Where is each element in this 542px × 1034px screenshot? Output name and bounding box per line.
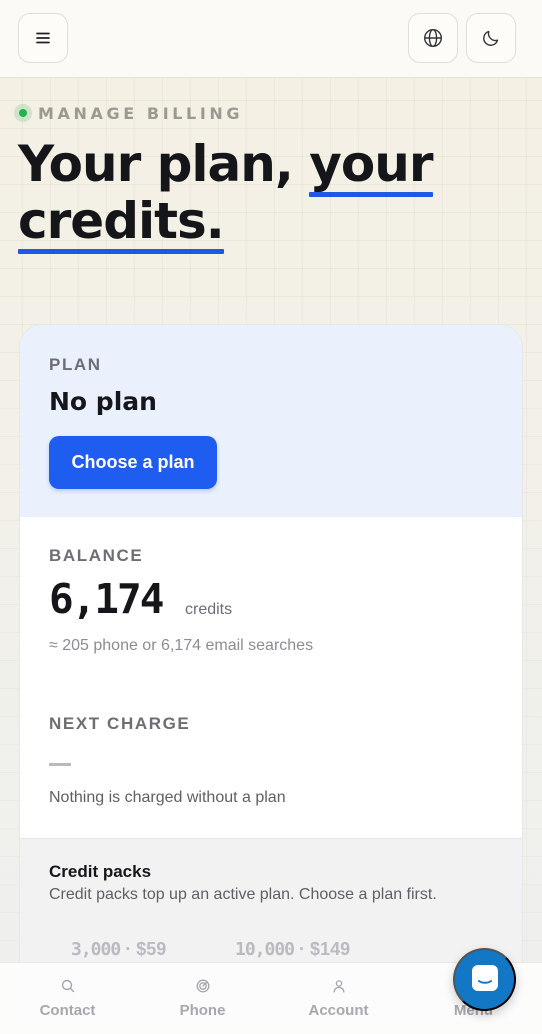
moon-icon xyxy=(482,29,500,47)
pack-qty: 3,000 xyxy=(71,939,121,960)
billing-card: PLAN No plan Choose a plan BALANCE 6,174… xyxy=(19,324,523,1024)
title-highlight-your: your xyxy=(309,135,434,197)
title-highlight-credits: credits. xyxy=(18,192,225,254)
pack-qty: 10,000 xyxy=(235,939,295,960)
choose-plan-button[interactable]: Choose a plan xyxy=(49,436,217,489)
globe-icon xyxy=(423,28,443,48)
plan-label: PLAN xyxy=(49,355,102,374)
credit-pack-option[interactable]: 3,000 · $59 xyxy=(71,939,166,960)
nav-label: Contact xyxy=(39,1002,96,1019)
language-button[interactable] xyxy=(408,13,458,63)
balance-value: 6,174 xyxy=(49,575,164,623)
nav-contact[interactable]: Contact xyxy=(0,963,135,1034)
title-text: Your plan, xyxy=(18,135,310,193)
nav-label: Account xyxy=(308,1002,369,1019)
next-charge-note: Nothing is charged without a plan xyxy=(49,789,286,806)
status-dot-icon xyxy=(14,104,32,122)
credit-pack-option[interactable]: 10,000 · $149 xyxy=(235,939,350,960)
credit-packs-description: Credit packs top up an active plan. Choo… xyxy=(49,886,437,903)
nav-account[interactable]: Account xyxy=(271,963,406,1034)
radar-icon xyxy=(196,979,210,998)
hamburger-icon xyxy=(36,32,50,44)
plan-section: PLAN No plan Choose a plan xyxy=(20,325,522,517)
balance-subtext: ≈ 205 phone or 6,174 email searches xyxy=(49,637,314,654)
plan-name: No plan xyxy=(49,387,157,416)
pack-price: · $59 xyxy=(125,939,167,959)
page-title: Your plan, your credits. xyxy=(18,135,518,254)
billing-eyebrow: MANAGE BILLING xyxy=(14,100,243,126)
nav-phone[interactable]: Phone xyxy=(135,963,270,1034)
chat-icon xyxy=(470,963,500,996)
credit-packs-title: Credit packs xyxy=(49,862,152,881)
pack-price: · $149 xyxy=(299,939,351,959)
nav-label: Phone xyxy=(179,1002,226,1019)
top-bar xyxy=(0,0,542,78)
next-charge-value xyxy=(49,763,71,766)
chat-button[interactable] xyxy=(453,948,516,1011)
balance-unit: credits xyxy=(185,601,233,618)
next-charge-label: NEXT CHARGE xyxy=(49,714,191,733)
eyebrow-text: MANAGE BILLING xyxy=(38,103,244,123)
menu-button[interactable] xyxy=(18,13,68,63)
balance-label: BALANCE xyxy=(49,546,144,565)
theme-toggle-button[interactable] xyxy=(466,13,516,63)
search-icon xyxy=(61,979,75,998)
user-icon xyxy=(332,979,346,998)
